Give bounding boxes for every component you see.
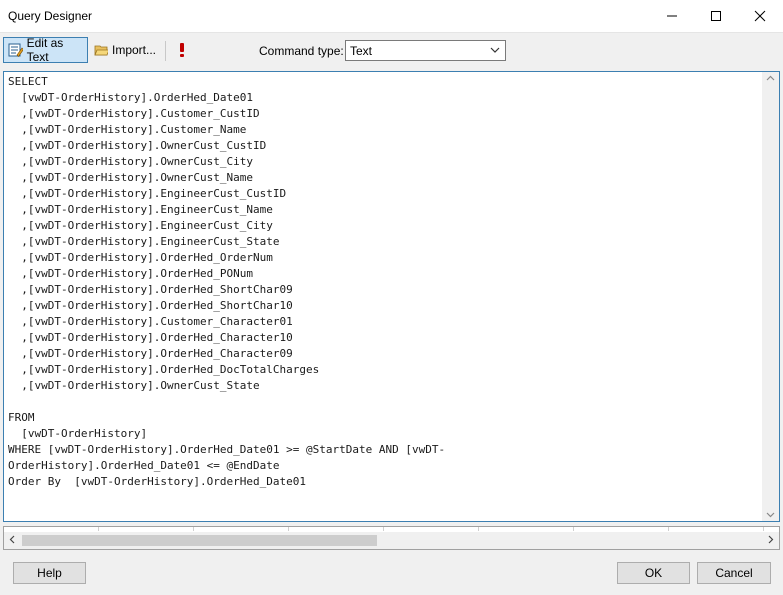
- scroll-right-icon[interactable]: [766, 535, 775, 544]
- import-button[interactable]: Import...: [89, 37, 161, 63]
- cancel-button[interactable]: Cancel: [697, 562, 771, 584]
- horizontal-scrollbar[interactable]: [4, 532, 779, 549]
- scroll-up-icon[interactable]: [766, 74, 775, 83]
- chevron-down-icon: [490, 47, 500, 53]
- query-text-editor[interactable]: SELECT [vwDT-OrderHistory].OrderHed_Date…: [3, 71, 780, 522]
- scroll-down-icon[interactable]: [766, 510, 775, 519]
- ok-button[interactable]: OK: [617, 562, 690, 584]
- command-type-label: Command type:: [259, 44, 344, 58]
- exclamation-icon: [180, 43, 184, 57]
- close-icon: [754, 10, 766, 22]
- minimize-button[interactable]: [650, 0, 694, 32]
- edit-as-text-button[interactable]: Edit as Text: [3, 36, 88, 64]
- query-text[interactable]: SELECT [vwDT-OrderHistory].OrderHed_Date…: [8, 74, 763, 490]
- run-query-button[interactable]: [172, 37, 192, 63]
- results-grid: [3, 526, 780, 550]
- command-type-select[interactable]: Text: [345, 40, 506, 61]
- window-title: Query Designer: [8, 9, 93, 23]
- vertical-scrollbar[interactable]: [762, 72, 779, 521]
- help-button[interactable]: Help: [13, 562, 86, 584]
- title-bar: Query Designer: [0, 0, 783, 33]
- maximize-button[interactable]: [694, 0, 738, 32]
- import-label: Import...: [111, 43, 156, 57]
- command-type-value: Text: [350, 43, 373, 58]
- results-columns: [4, 527, 764, 531]
- close-button[interactable]: [738, 0, 782, 32]
- scroll-left-icon[interactable]: [8, 535, 17, 544]
- maximize-icon: [711, 11, 721, 21]
- minimize-icon: [667, 15, 677, 17]
- scrollbar-thumb[interactable]: [22, 535, 377, 546]
- edit-as-text-label: Edit as Text: [26, 36, 64, 64]
- toolbar-separator: [165, 41, 166, 61]
- folder-open-icon: [94, 45, 108, 56]
- edit-text-icon: [8, 43, 23, 57]
